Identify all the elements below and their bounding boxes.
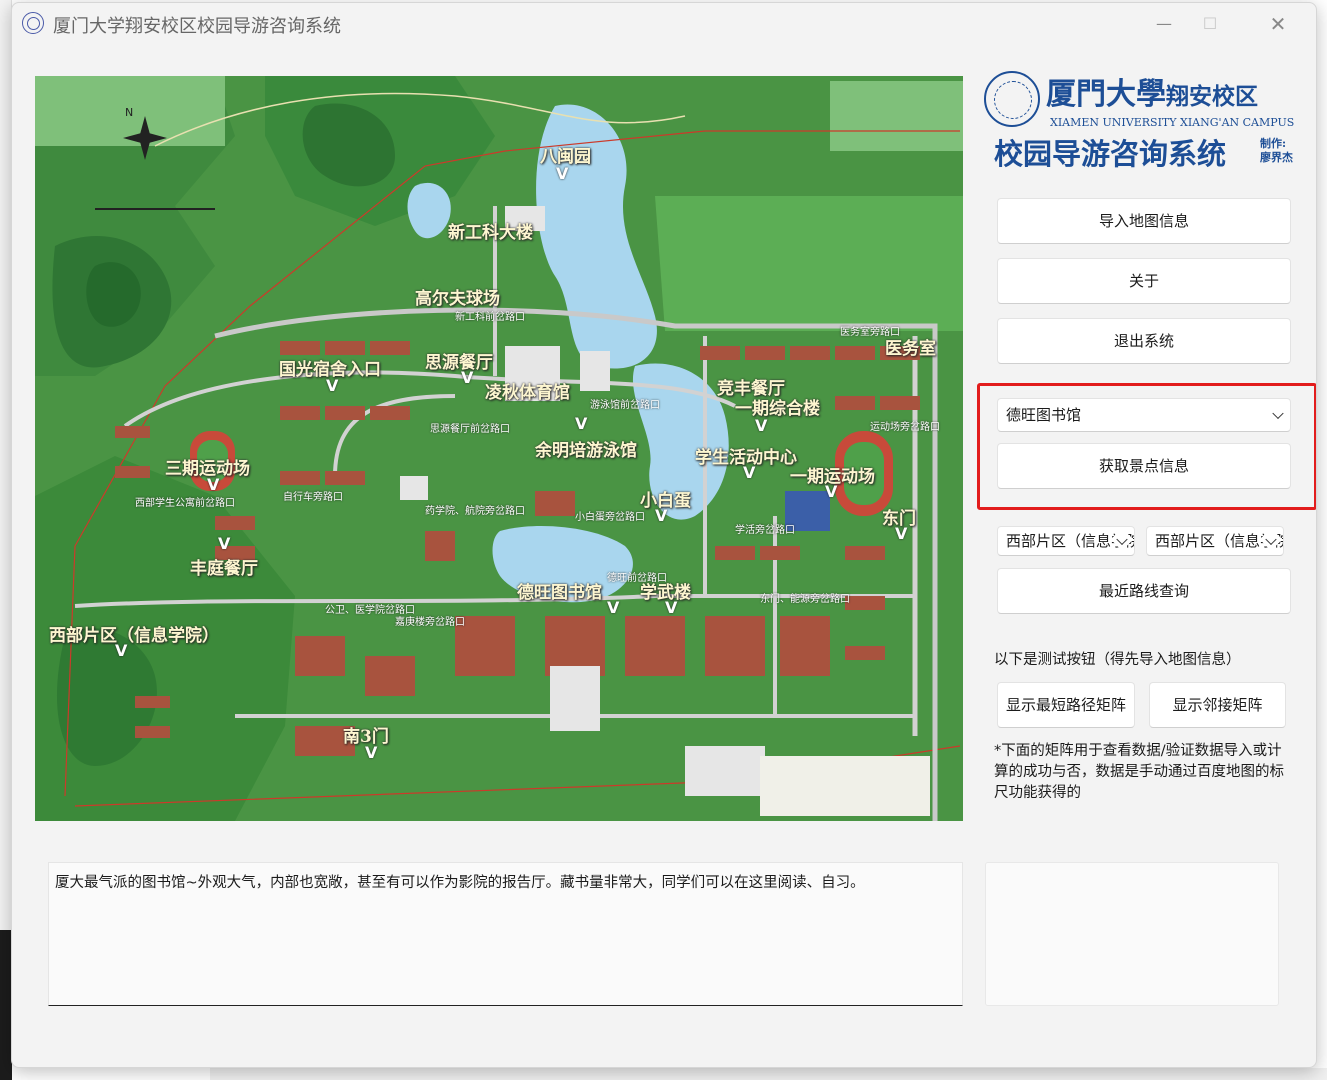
map-marker: V <box>115 641 128 660</box>
route-to-value: 西部片区（信息学院） <box>1155 532 1283 550</box>
map-label-siyuan-canteen: 思源餐厅 <box>425 353 493 373</box>
map-junction-label: 德旺前岔路口 <box>607 573 667 584</box>
map-junction-label: 小白蛋旁岔路口 <box>575 512 645 523</box>
map-label-golf-course: 高尔夫球场 <box>415 289 500 309</box>
map-label-phase1-complex: 一期综合楼 <box>735 399 820 419</box>
map-label-fengting-canteen: 丰庭餐厅 <box>190 559 258 579</box>
logo-system-name: 校园导游咨询系统 <box>994 137 1227 171</box>
shortest-route-button[interactable]: 最近路线查询 <box>997 568 1291 614</box>
map-marker: V <box>755 416 768 435</box>
exit-button[interactable]: 退出系统 <box>997 318 1291 364</box>
app-window: 厦门大学翔安校区校园导游咨询系统 — ☐ ✕ N 八闽园 新工科大楼 高尔夫球场… <box>11 2 1317 1068</box>
get-spot-info-button[interactable]: 获取景点信息 <box>997 443 1291 489</box>
maximize-button[interactable]: ☐ <box>1190 9 1230 39</box>
logo-university-name: 厦門大學翔安校区 <box>1046 77 1258 112</box>
app-logo-icon <box>22 12 44 34</box>
university-seal-icon <box>984 71 1040 127</box>
map-label-west-area: 西部片区（信息学院） <box>49 626 219 646</box>
map-marker: V <box>895 524 908 543</box>
route-from-value: 西部片区（信息学院） <box>1006 532 1134 550</box>
map-junction-label: 嘉庚楼旁岔路口 <box>395 617 465 628</box>
about-button[interactable]: 关于 <box>997 258 1291 304</box>
university-logo: 厦門大學翔安校区 XIAMEN UNIVERSITY XIANG'AN CAMP… <box>984 69 1310 175</box>
chevron-down-icon <box>1272 407 1284 420</box>
map-junction-label: 思源餐厅前岔路口 <box>430 424 510 435</box>
map-junction-label: 新工科前岔路口 <box>455 312 525 323</box>
map-marker: V <box>743 463 756 482</box>
map-junction-label: 学活旁岔路口 <box>735 525 795 536</box>
map-label-dewang-library: 德旺图书馆 <box>517 583 602 603</box>
background-taskbar-strip <box>210 1068 1327 1080</box>
map-marker: V <box>218 534 231 553</box>
map-marker: V <box>665 598 678 617</box>
spot-select-value: 德旺图书馆 <box>1006 406 1082 424</box>
show-adjacency-matrix-button[interactable]: 显示邻接矩阵 <box>1149 682 1286 728</box>
spot-description-textbox[interactable]: 厦大最气派的图书馆~外观大气，内部也宽敞，甚至有可以作为影院的报告厅。藏书量非常… <box>48 862 963 1006</box>
map-marker: V <box>825 482 838 501</box>
map-marker: V <box>207 475 220 494</box>
window-title: 厦门大学翔安校区校园导游咨询系统 <box>53 16 341 37</box>
map-marker: V <box>556 164 569 183</box>
close-button[interactable]: ✕ <box>1258 9 1298 39</box>
route-to-select[interactable]: 西部片区（信息学院） <box>1146 526 1284 556</box>
map-compass-label: N <box>125 106 134 119</box>
map-label-yumingpei-pool: 余明培游泳馆 <box>535 441 637 461</box>
route-from-select[interactable]: 西部片区（信息学院） <box>997 526 1135 556</box>
map-marker: V <box>575 414 588 433</box>
logo-author: 制作: 廖界杰 <box>1260 137 1293 164</box>
minimize-button[interactable]: — <box>1144 9 1184 39</box>
map-junction-label: 医务室旁路口 <box>840 327 900 338</box>
import-map-button[interactable]: 导入地图信息 <box>997 198 1291 244</box>
map-marker: V <box>365 743 378 762</box>
map-junction-label: 游泳馆前岔路口 <box>590 400 660 411</box>
side-output-box <box>985 862 1279 1006</box>
map-label-lingqiu-gym: 凌秋体育馆 <box>485 383 570 403</box>
test-buttons-label: 以下是测试按钮（得先导入地图信息） <box>994 652 1241 668</box>
title-bar[interactable]: 厦门大学翔安校区校园导游咨询系统 — ☐ ✕ <box>12 3 1316 45</box>
map-junction-label: 东门、能源旁岔路口 <box>760 594 850 605</box>
campus-map: N 八闽园 新工科大楼 高尔夫球场 国光宿舍入口 思源餐厅 凌秋体育馆 余明培游… <box>35 76 963 821</box>
matrix-note: *下面的矩阵用于查看数据/验证数据导入或计算的成功与否，数据是手动通过百度地图的… <box>994 743 1284 801</box>
map-label-new-engineering: 新工科大楼 <box>448 223 533 243</box>
map-marker: V <box>607 598 620 617</box>
map-junction-label: 西部学生公寓前岔路口 <box>135 498 235 509</box>
map-marker: V <box>461 368 474 387</box>
map-marker: V <box>655 506 668 525</box>
map-marker: V <box>326 376 339 395</box>
campus-map-graphic <box>35 76 963 821</box>
spot-select[interactable]: 德旺图书馆 <box>997 398 1291 432</box>
map-junction-label: 自行车旁路口 <box>283 492 343 503</box>
logo-english-name: XIAMEN UNIVERSITY XIANG'AN CAMPUS <box>1050 116 1295 129</box>
map-junction-label: 药学院、航院旁岔路口 <box>425 506 525 517</box>
show-shortest-matrix-button[interactable]: 显示最短路径矩阵 <box>997 682 1135 728</box>
map-junction-label: 运动场旁岔路口 <box>870 422 940 433</box>
